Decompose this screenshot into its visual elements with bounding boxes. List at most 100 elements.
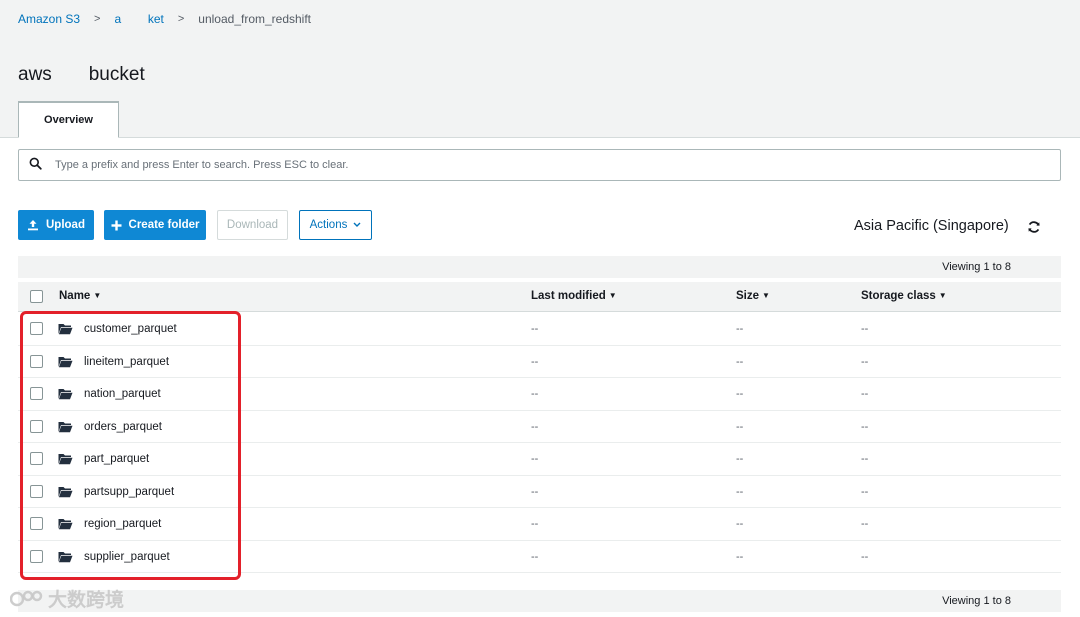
last-modified-cell: -- (531, 355, 539, 368)
watermark-logo-icon (10, 588, 44, 610)
column-header-storage-class[interactable]: Storage class ▼ (861, 290, 947, 302)
plus-icon (111, 220, 122, 231)
storage-class-cell: -- (861, 323, 869, 335)
breadcrumb-current-folder: unload_from_redshift (198, 12, 312, 26)
select-all-checkbox[interactable] (30, 290, 43, 303)
folder-name[interactable]: partsupp_parquet (84, 486, 174, 498)
viewing-text: Viewing 1 to 8 (942, 595, 1011, 607)
column-label: Size (736, 290, 760, 302)
last-modified-cell: -- (531, 550, 539, 563)
pagination-info-top: Viewing 1 to 8 (18, 256, 1061, 278)
breadcrumb-amazon-s3[interactable]: Amazon S3 (18, 12, 80, 26)
row-checkbox[interactable] (30, 549, 43, 563)
row-checkbox[interactable] (30, 452, 43, 465)
row-checkbox[interactable] (30, 484, 43, 498)
pagination-info-bottom: Viewing 1 to 8 (18, 590, 1061, 612)
tab-divider (0, 137, 1080, 138)
folder-name[interactable]: orders_parquet (84, 421, 162, 433)
column-label: Name (59, 290, 91, 302)
size-cell: -- (736, 355, 744, 368)
folder-icon (58, 453, 73, 465)
upload-button[interactable]: Upload (18, 210, 94, 240)
table-row[interactable]: orders_parquet -- -- -- (18, 411, 1061, 443)
last-modified-cell: -- (531, 323, 539, 335)
watermark: 大数跨境 (10, 585, 124, 612)
refresh-icon[interactable] (1027, 220, 1041, 234)
watermark-text: 大数跨境 (48, 590, 125, 611)
tab-overview[interactable]: Overview (18, 101, 119, 138)
download-button[interactable]: Download (217, 210, 288, 240)
table-row[interactable]: nation_parquet -- -- -- (18, 378, 1061, 411)
folder-name[interactable]: nation_parquet (84, 388, 161, 400)
folder-name[interactable]: customer_parquet (84, 323, 177, 335)
folder-icon (58, 356, 73, 368)
table-row[interactable]: region_parquet -- -- -- (18, 508, 1061, 541)
row-checkbox[interactable] (30, 322, 43, 335)
size-cell: -- (736, 518, 744, 530)
search-box[interactable] (18, 149, 1061, 181)
row-checkbox[interactable] (30, 419, 43, 433)
column-label: Storage class (861, 290, 936, 302)
size-cell: -- (736, 388, 744, 400)
sort-caret-icon: ▼ (608, 291, 617, 300)
size-cell: -- (736, 550, 744, 563)
page-title: aws bucket (18, 64, 145, 85)
chevron-down-icon (353, 222, 361, 228)
breadcrumb-bucket[interactable]: a ket (114, 12, 163, 26)
table-header: Name ▼ Last modified ▼ Size ▼ Storage class… (18, 282, 1061, 312)
folder-icon (58, 421, 73, 433)
region-label: Asia Pacific (Singapore) (854, 218, 1009, 234)
folder-icon (58, 323, 73, 335)
last-modified-cell: -- (531, 485, 539, 498)
row-checkbox[interactable] (30, 517, 43, 530)
folder-name[interactable]: lineitem_parquet (84, 356, 169, 368)
table-row[interactable]: partsupp_parquet -- -- -- (18, 476, 1061, 508)
folder-name[interactable]: region_parquet (84, 518, 161, 530)
sort-caret-icon: ▼ (938, 291, 947, 300)
actions-label: Actions (309, 219, 348, 231)
table-row[interactable]: part_parquet -- -- -- (18, 443, 1061, 476)
storage-class-cell: -- (861, 388, 869, 400)
column-label: Last modified (531, 290, 606, 302)
viewing-text: Viewing 1 to 8 (942, 261, 1011, 273)
last-modified-cell: -- (531, 518, 539, 530)
create-folder-button[interactable]: Create folder (104, 210, 206, 240)
storage-class-cell: -- (861, 518, 869, 530)
create-folder-label: Create folder (128, 219, 200, 231)
row-checkbox[interactable] (30, 387, 43, 400)
column-header-last-modified[interactable]: Last modified ▼ (531, 290, 617, 302)
breadcrumb: Amazon S3 > a ket > unload_from_redshift (18, 12, 311, 26)
folder-icon (58, 486, 73, 498)
size-cell: -- (736, 323, 744, 335)
storage-class-cell: -- (861, 550, 869, 563)
search-icon (29, 157, 42, 173)
last-modified-cell: -- (531, 453, 539, 465)
last-modified-cell: -- (531, 388, 539, 400)
size-cell: -- (736, 453, 744, 465)
sort-caret-icon: ▼ (762, 291, 770, 300)
storage-class-cell: -- (861, 485, 869, 498)
table-row[interactable]: supplier_parquet -- -- -- (18, 541, 1061, 573)
breadcrumb-separator: > (177, 13, 185, 25)
column-header-name[interactable]: Name ▼ (59, 290, 101, 302)
storage-class-cell: -- (861, 420, 869, 433)
size-cell: -- (736, 485, 744, 498)
folder-name[interactable]: part_parquet (84, 453, 149, 465)
storage-class-cell: -- (861, 453, 869, 465)
search-input[interactable] (55, 159, 955, 171)
folder-icon (58, 518, 73, 530)
table-row[interactable]: customer_parquet -- -- -- (18, 313, 1061, 346)
folder-icon (58, 551, 73, 563)
actions-button[interactable]: Actions (299, 210, 372, 240)
object-list: customer_parquet -- -- -- lineitem_parqu… (18, 313, 1061, 573)
folder-name[interactable]: supplier_parquet (84, 551, 170, 563)
column-header-size[interactable]: Size ▼ (736, 290, 770, 302)
upload-icon (27, 219, 39, 231)
size-cell: -- (736, 420, 744, 433)
breadcrumb-separator: > (94, 13, 101, 25)
storage-class-cell: -- (861, 355, 869, 368)
row-checkbox[interactable] (30, 354, 43, 368)
last-modified-cell: -- (531, 420, 539, 433)
sort-caret-icon: ▼ (93, 291, 102, 300)
table-row[interactable]: lineitem_parquet -- -- -- (18, 346, 1061, 378)
